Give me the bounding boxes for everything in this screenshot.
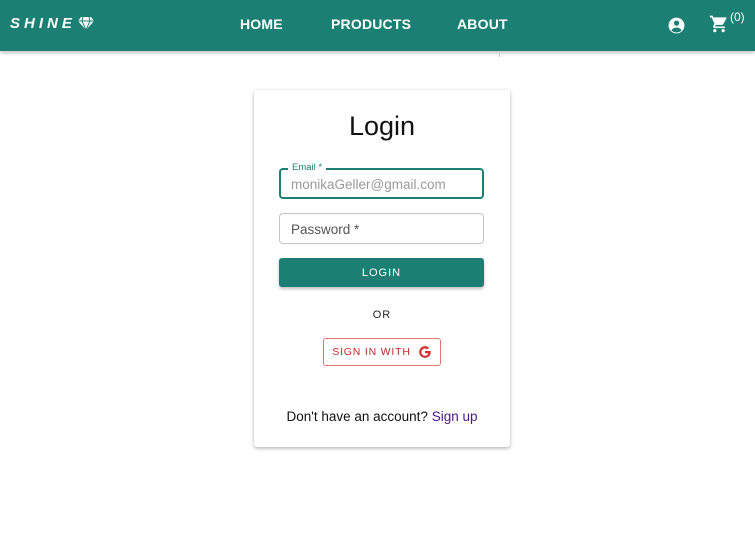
shopping-cart-icon (709, 14, 729, 34)
cart-button[interactable]: (0) (709, 10, 745, 34)
nav-home-link[interactable]: HOME (240, 16, 283, 32)
nav-products-link[interactable]: PRODUCTS (331, 16, 411, 32)
google-signin-label: SIGN IN WITH (332, 346, 411, 358)
signup-link[interactable]: Sign up (432, 409, 478, 424)
login-button[interactable]: LOGIN (279, 258, 484, 287)
signup-row: Don't have an account? Sign up (254, 409, 510, 424)
password-field[interactable]: Password * (279, 213, 484, 244)
email-field[interactable]: Email * monikaGeller@gmail.com (279, 162, 484, 199)
navbar: SHINE HOME PRODUCTS ABOUT (0) (0, 0, 755, 51)
password-field-placeholder: Password * (291, 222, 360, 237)
google-signin-button[interactable]: SIGN IN WITH (323, 338, 441, 366)
google-icon (418, 345, 432, 359)
diamond-icon (77, 17, 94, 30)
brand-logo[interactable]: SHINE (10, 15, 94, 32)
email-field-label: Email * (288, 162, 327, 173)
email-field-value: monikaGeller@gmail.com (291, 177, 446, 192)
nav-about-link[interactable]: ABOUT (457, 16, 508, 32)
or-divider-text: OR (372, 309, 392, 321)
login-card: Login Email * monikaGeller@gmail.com Pas… (254, 90, 510, 447)
account-circle-icon[interactable] (667, 16, 686, 35)
page-title: Login (348, 111, 416, 141)
brand-name: SHINE (10, 15, 76, 32)
signup-prompt: Don't have an account? (286, 409, 432, 424)
divider (499, 51, 500, 57)
cart-count-badge: (0) (730, 10, 745, 24)
